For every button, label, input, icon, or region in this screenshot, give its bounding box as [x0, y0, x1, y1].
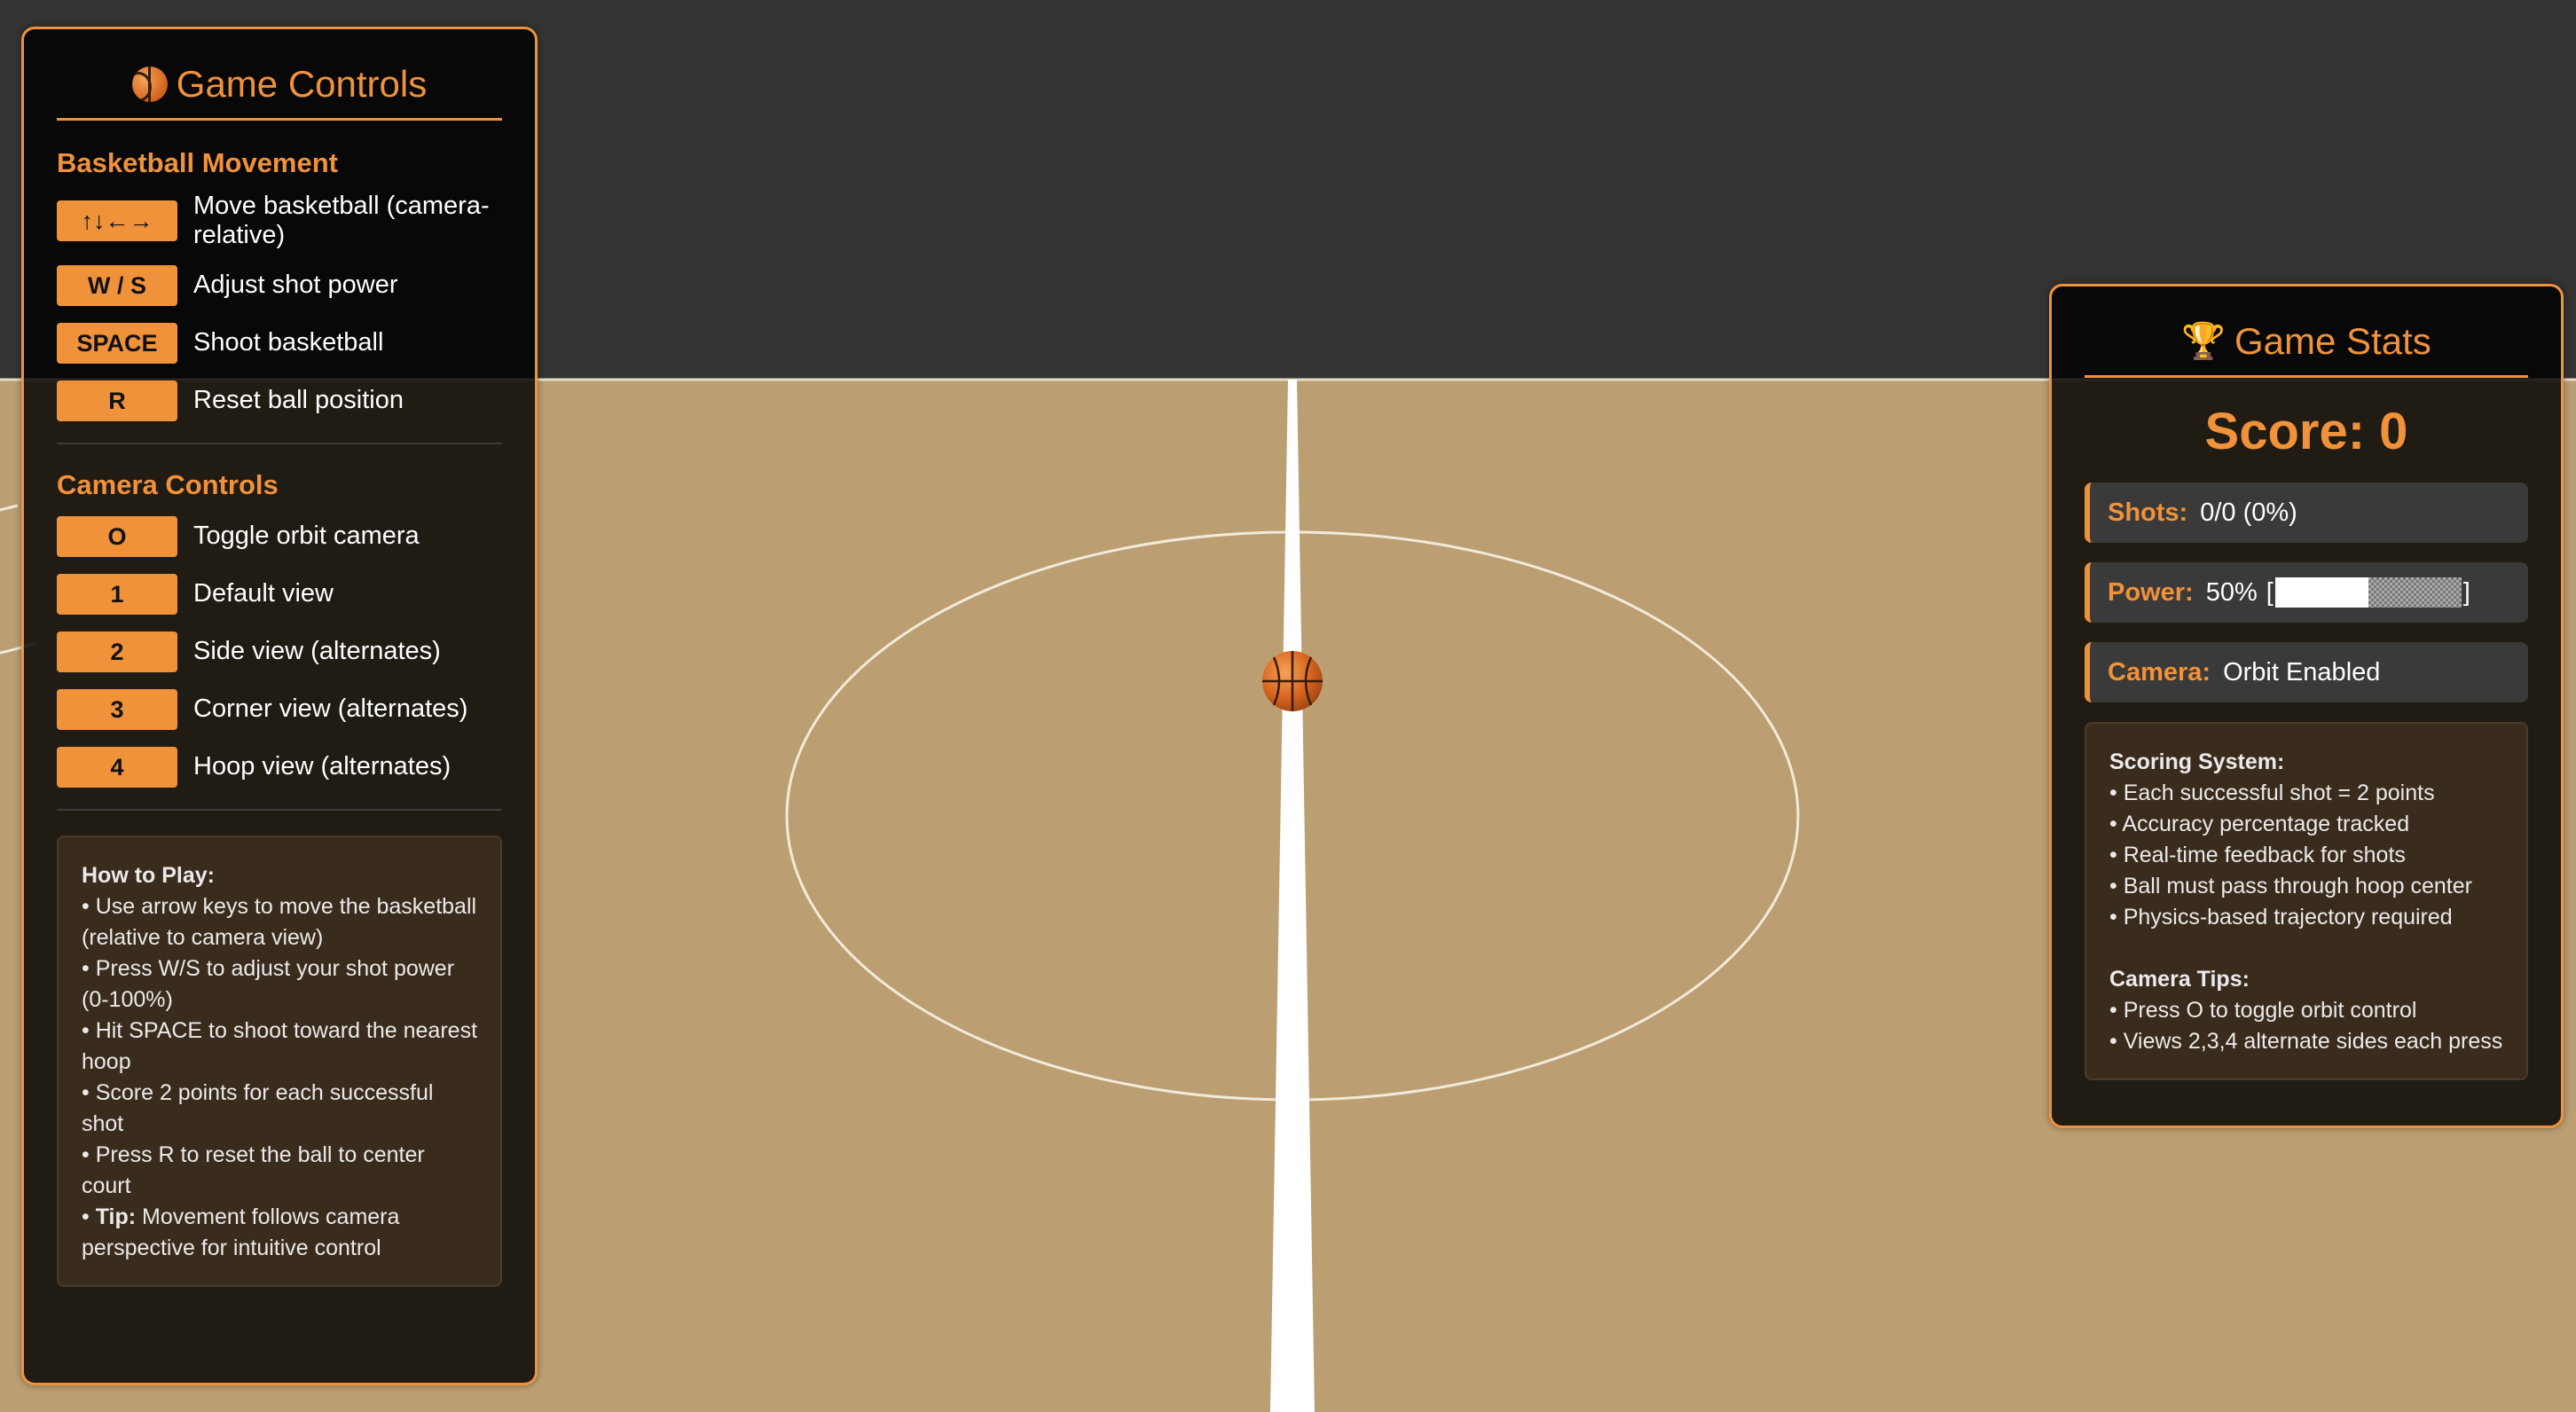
shots-value: 0/0 (0%) [2200, 498, 2297, 527]
game-viewport[interactable]: Game Controls Basketball Movement ↑↓←→ M… [0, 0, 2576, 1412]
key-2: 2 [57, 631, 177, 672]
scoring-item: • Accuracy percentage tracked [2109, 812, 2410, 836]
key-3-desc: Corner view (alternates) [193, 694, 468, 723]
key-arrows: ↑↓←→ [57, 200, 177, 241]
section-divider [57, 443, 502, 444]
key-3: 3 [57, 688, 177, 730]
how-to-play-item: • Hit SPACE to shoot toward the nearest … [82, 1018, 478, 1074]
key-o-desc: Toggle orbit camera [193, 522, 420, 550]
how-to-play-box: How to Play: • Use arrow keys to move th… [57, 835, 502, 1287]
camera-stat: Camera: Orbit Enabled [2085, 642, 2528, 702]
camera-value: Orbit Enabled [2223, 657, 2381, 686]
control-row-shoot: SPACE Shoot basketball [57, 320, 502, 365]
how-to-play-item: • Press W/S to adjust your shot power (0… [82, 956, 455, 1012]
camera-heading: Camera Controls [57, 469, 279, 500]
trophy-icon: 🏆 [2181, 322, 2227, 361]
scoring-title: Scoring System: [2109, 749, 2285, 774]
control-row-power: W / S Adjust shot power [57, 263, 502, 308]
controls-title-text: Game Controls [176, 63, 428, 105]
power-bracket-close: ] [2462, 577, 2470, 607]
camera-tip-item: • Views 2,3,4 alternate sides each press [2109, 1029, 2503, 1054]
key-space-desc: Shoot basketball [193, 328, 384, 357]
key-r: R [57, 380, 177, 421]
scoring-item: • Each successful shot = 2 points [2109, 781, 2435, 805]
power-label: Power: [2108, 577, 2194, 607]
control-row-orbit: O Toggle orbit camera [57, 514, 502, 559]
control-row-view-2: 2 Side view (alternates) [57, 629, 502, 674]
key-2-desc: Side view (alternates) [193, 637, 441, 665]
basketball-icon [131, 67, 168, 102]
key-ws-desc: Adjust shot power [193, 271, 398, 299]
key-o: O [57, 515, 177, 557]
key-1: 1 [57, 573, 177, 615]
scoring-info-box: Scoring System: • Each successful shot =… [2085, 722, 2528, 1080]
key-arrows-desc: Move basketball (camera-relative) [193, 192, 490, 249]
controls-title: Game Controls [57, 59, 502, 121]
control-row-reset: R Reset ball position [57, 378, 502, 423]
control-row-view-1: 1 Default view [57, 571, 502, 616]
scoring-item: • Real-time feedback for shots [2109, 843, 2406, 867]
game-stats-panel: 🏆 Game Stats Score: 0 Shots: 0/0 (0%) Po… [2049, 284, 2564, 1128]
power-fill [2274, 577, 2368, 608]
how-to-play-item: • Press R to reset the ball to center co… [82, 1142, 425, 1198]
key-ws: W / S [57, 264, 177, 306]
camera-tips-title: Camera Tips: [2109, 967, 2250, 992]
section-divider [57, 809, 502, 811]
game-controls-panel: Game Controls Basketball Movement ↑↓←→ M… [21, 27, 538, 1385]
control-row-move: ↑↓←→ Move basketball (camera-relative) [57, 192, 502, 250]
power-meter: [ ] [2266, 577, 2470, 608]
how-to-play-item: • Use arrow keys to move the basketball … [82, 894, 477, 950]
tip-prefix: • [82, 1204, 96, 1229]
tip-label: Tip: [95, 1204, 137, 1229]
scoring-item: • Ball must pass through hoop center [2109, 874, 2472, 898]
score-display: Score: 0 [2204, 403, 2408, 460]
key-4-desc: Hoop view (alternates) [193, 752, 452, 781]
camera-tip-item: • Press O to toggle orbit control [2109, 998, 2417, 1023]
shots-label: Shots: [2108, 498, 2188, 527]
basketball[interactable] [1262, 651, 1323, 711]
how-to-play-title: How to Play: [82, 863, 216, 888]
control-row-view-3: 3 Corner view (alternates) [57, 686, 502, 732]
power-value: 50% [2205, 577, 2258, 607]
power-track [2274, 577, 2462, 608]
how-to-play-item: • Score 2 points for each successful sho… [82, 1080, 434, 1136]
power-stat: Power: 50% [ ] [2085, 562, 2528, 623]
scoring-item: • Physics-based trajectory required [2109, 905, 2453, 930]
key-space: SPACE [57, 322, 177, 364]
movement-heading: Basketball Movement [57, 147, 338, 178]
key-1-desc: Default view [193, 579, 334, 608]
control-row-view-4: 4 Hoop view (alternates) [57, 744, 502, 789]
stats-title-text: Game Stats [2234, 320, 2431, 362]
camera-label: Camera: [2108, 657, 2211, 686]
how-to-play-tip: • Tip: Movement follows camera perspecti… [82, 1202, 477, 1264]
power-bracket-open: [ [2266, 577, 2274, 607]
shots-stat: Shots: 0/0 (0%) [2085, 482, 2528, 543]
key-4: 4 [57, 746, 177, 788]
stats-title: 🏆 Game Stats [2085, 317, 2528, 378]
key-r-desc: Reset ball position [193, 386, 404, 414]
